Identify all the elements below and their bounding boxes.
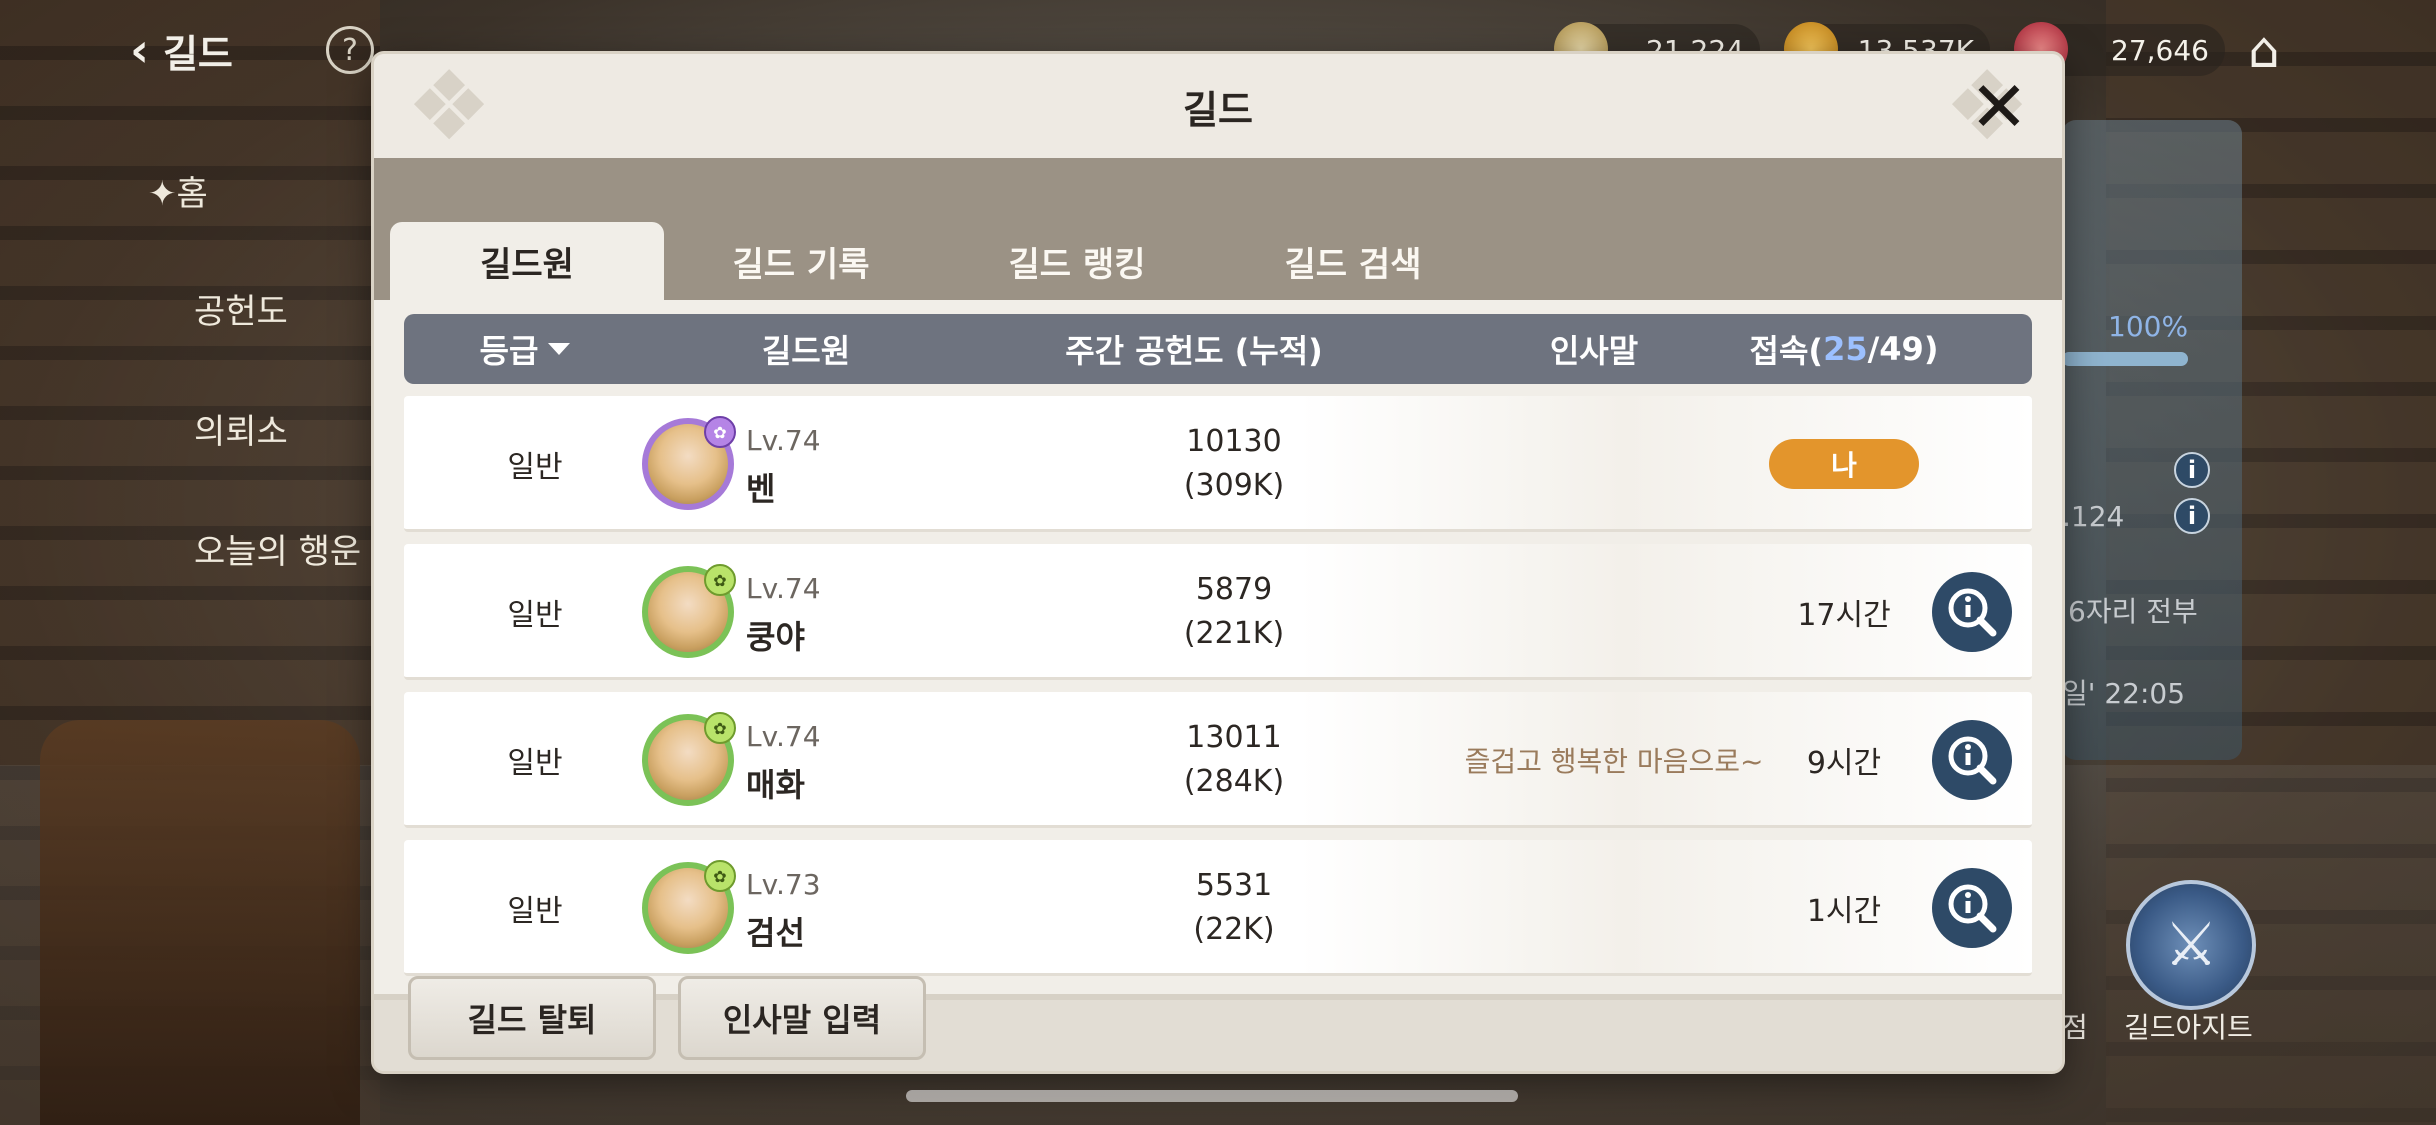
member-contribution: 5531 (22K) bbox=[1084, 840, 1384, 976]
avatar[interactable]: ✿ bbox=[642, 712, 736, 806]
resource-crystals-value: 27,646 bbox=[2111, 33, 2209, 67]
member-name: 검선 bbox=[746, 914, 805, 952]
shop-label: 점 bbox=[2062, 1011, 2088, 1044]
table-row[interactable]: 일반 ✿ Lv.74 쿵야 5879 (221K) 17시간 bbox=[404, 544, 2032, 680]
info-icon[interactable]: i bbox=[2174, 452, 2210, 488]
guild-modal: ❖ 길드 ❖ ✕ 길드원 길드 기록 길드 랭킹 길드 검색 등급 길드원 주간… bbox=[374, 54, 2062, 1071]
member-detail-button[interactable] bbox=[1932, 572, 2012, 652]
tab-bar: 길드원 길드 기록 길드 랭킹 길드 검색 bbox=[374, 158, 2062, 300]
crossed-swords-icon: ⚔ bbox=[2164, 910, 2218, 980]
member-detail-button[interactable] bbox=[1932, 720, 2012, 800]
chevron-left-icon: ‹ bbox=[130, 23, 149, 77]
member-list-panel: 등급 길드원 주간 공헌도 (누적) 인사말 접속(25/49) 일반 ✿ Lv… bbox=[374, 300, 2062, 1000]
avatar[interactable]: ✿ bbox=[642, 416, 736, 510]
column-weekly-contribution: 주간 공헌도 (누적) bbox=[1065, 332, 1323, 370]
avatar[interactable]: ✿ bbox=[642, 564, 736, 658]
member-grade: 일반 bbox=[507, 746, 563, 781]
table-header: 등급 길드원 주간 공헌도 (누적) 인사말 접속(25/49) bbox=[404, 314, 2032, 384]
member-name: 벤 bbox=[746, 470, 776, 508]
leave-guild-button[interactable]: 길드 탈퇴 bbox=[408, 976, 656, 1060]
side-menu-item-label: 홈 bbox=[176, 174, 208, 214]
member-contribution: 5879 (221K) bbox=[1084, 544, 1384, 680]
total-contribution: (309K) bbox=[1183, 468, 1285, 503]
magnify-info-icon bbox=[1948, 884, 1997, 933]
class-badge-icon: ✿ bbox=[704, 564, 736, 596]
member-level: Lv.74 bbox=[746, 720, 821, 753]
modal-title: 길드 bbox=[1183, 87, 1253, 132]
class-badge-icon: ✿ bbox=[704, 712, 736, 744]
knot-ornament-icon: ❖ bbox=[405, 54, 493, 162]
table-row[interactable]: 일반 ✿ Lv.74 벤 10130 (309K) 나 bbox=[404, 396, 2032, 532]
side-menu-item-luck[interactable]: 오늘의 행운 bbox=[194, 524, 361, 573]
member-name: 매화 bbox=[746, 766, 805, 804]
right-panel-note: 6자리 전부 bbox=[2068, 595, 2198, 628]
right-panel-note: 일' 22:05 bbox=[2062, 677, 2186, 710]
table-row[interactable]: 일반 ✿ Lv.74 매화 13011 (284K) 즐겁고 행복한 마음으로~… bbox=[404, 692, 2032, 828]
total-contribution: (221K) bbox=[1183, 616, 1285, 651]
back-button[interactable]: ‹ 길드 bbox=[130, 18, 233, 82]
tab-ranking[interactable]: 길드 랭킹 bbox=[940, 222, 1214, 300]
class-badge-icon: ✿ bbox=[704, 860, 736, 892]
class-badge-icon: ✿ bbox=[704, 416, 736, 448]
help-icon[interactable]: ? bbox=[326, 26, 374, 74]
column-access: 접속(25/49) bbox=[1714, 314, 1974, 384]
guild-hideout-button[interactable]: ⚔ bbox=[2126, 880, 2256, 1010]
member-level: Lv.74 bbox=[746, 424, 821, 457]
member-level: Lv.74 bbox=[746, 572, 821, 605]
table-row[interactable]: 일반 ✿ Lv.73 검선 5531 (22K) 1시간 bbox=[404, 840, 2032, 976]
member-name: 쿵야 bbox=[746, 618, 805, 656]
sparkle-icon: ✦ bbox=[148, 174, 177, 214]
total-contribution: (284K) bbox=[1183, 764, 1285, 799]
member-rows[interactable]: 일반 ✿ Lv.74 벤 10130 (309K) 나 일반 ✿ Lv.74 쿵… bbox=[404, 396, 2032, 996]
home-indicator[interactable] bbox=[906, 1090, 1518, 1102]
column-member: 길드원 bbox=[761, 332, 851, 370]
weekly-contribution: 5531 bbox=[1195, 868, 1273, 903]
magnify-info-icon bbox=[1948, 736, 1997, 785]
side-menu-item-contribution[interactable]: 공헌도 bbox=[194, 284, 288, 333]
close-button[interactable]: ✕ bbox=[1964, 66, 2034, 148]
weekly-contribution: 10130 bbox=[1186, 424, 1282, 459]
member-grade: 일반 bbox=[507, 598, 563, 633]
enter-greeting-button[interactable]: 인사말 입력 bbox=[678, 976, 926, 1060]
sort-down-icon bbox=[548, 343, 571, 355]
member-level: Lv.73 bbox=[746, 868, 821, 901]
total-contribution: (22K) bbox=[1193, 912, 1275, 947]
avatar[interactable]: ✿ bbox=[642, 860, 736, 954]
member-grade: 일반 bbox=[507, 894, 563, 929]
member-access: 나 bbox=[1714, 396, 1974, 532]
modal-footer: 길드 탈퇴 인사말 입력 bbox=[374, 976, 2062, 1071]
info-icon[interactable]: i bbox=[2174, 498, 2210, 534]
tab-records[interactable]: 길드 기록 bbox=[664, 222, 938, 300]
background-chair bbox=[40, 720, 360, 1125]
column-grade-label: 등급 bbox=[479, 332, 539, 370]
me-badge: 나 bbox=[1769, 439, 1919, 489]
progress-percent: 100% bbox=[2108, 310, 2189, 343]
background-side-panel bbox=[2062, 120, 2242, 760]
tab-members[interactable]: 길드원 bbox=[390, 222, 664, 300]
screen-title: 길드 bbox=[162, 31, 233, 76]
weekly-contribution: 13011 bbox=[1186, 720, 1282, 755]
close-icon: ✕ bbox=[1969, 66, 2029, 148]
member-contribution: 10130 (309K) bbox=[1084, 396, 1384, 532]
right-panel-value: .124 bbox=[2062, 500, 2125, 533]
column-grade-sort[interactable]: 등급 bbox=[404, 314, 646, 384]
hideout-label: 길드아지트 bbox=[2124, 1011, 2253, 1044]
home-icon[interactable]: ⌂ bbox=[2232, 18, 2296, 82]
side-menu-item-home[interactable]: ✦홈 bbox=[148, 166, 208, 215]
magnify-info-icon bbox=[1948, 588, 1997, 637]
weekly-contribution: 5879 bbox=[1195, 572, 1273, 607]
progress-bar bbox=[2062, 352, 2188, 366]
column-access-prefix: 접속( bbox=[1749, 332, 1824, 370]
tab-search[interactable]: 길드 검색 bbox=[1216, 222, 1490, 300]
member-grade: 일반 bbox=[507, 450, 563, 485]
total-count: /49) bbox=[1867, 330, 1939, 368]
side-menu-item-requests[interactable]: 의뢰소 bbox=[194, 404, 288, 453]
member-detail-button[interactable] bbox=[1932, 868, 2012, 948]
member-contribution: 13011 (284K) bbox=[1084, 692, 1384, 828]
modal-header: ❖ 길드 ❖ ✕ bbox=[374, 54, 2062, 158]
online-count: 25 bbox=[1823, 330, 1868, 368]
